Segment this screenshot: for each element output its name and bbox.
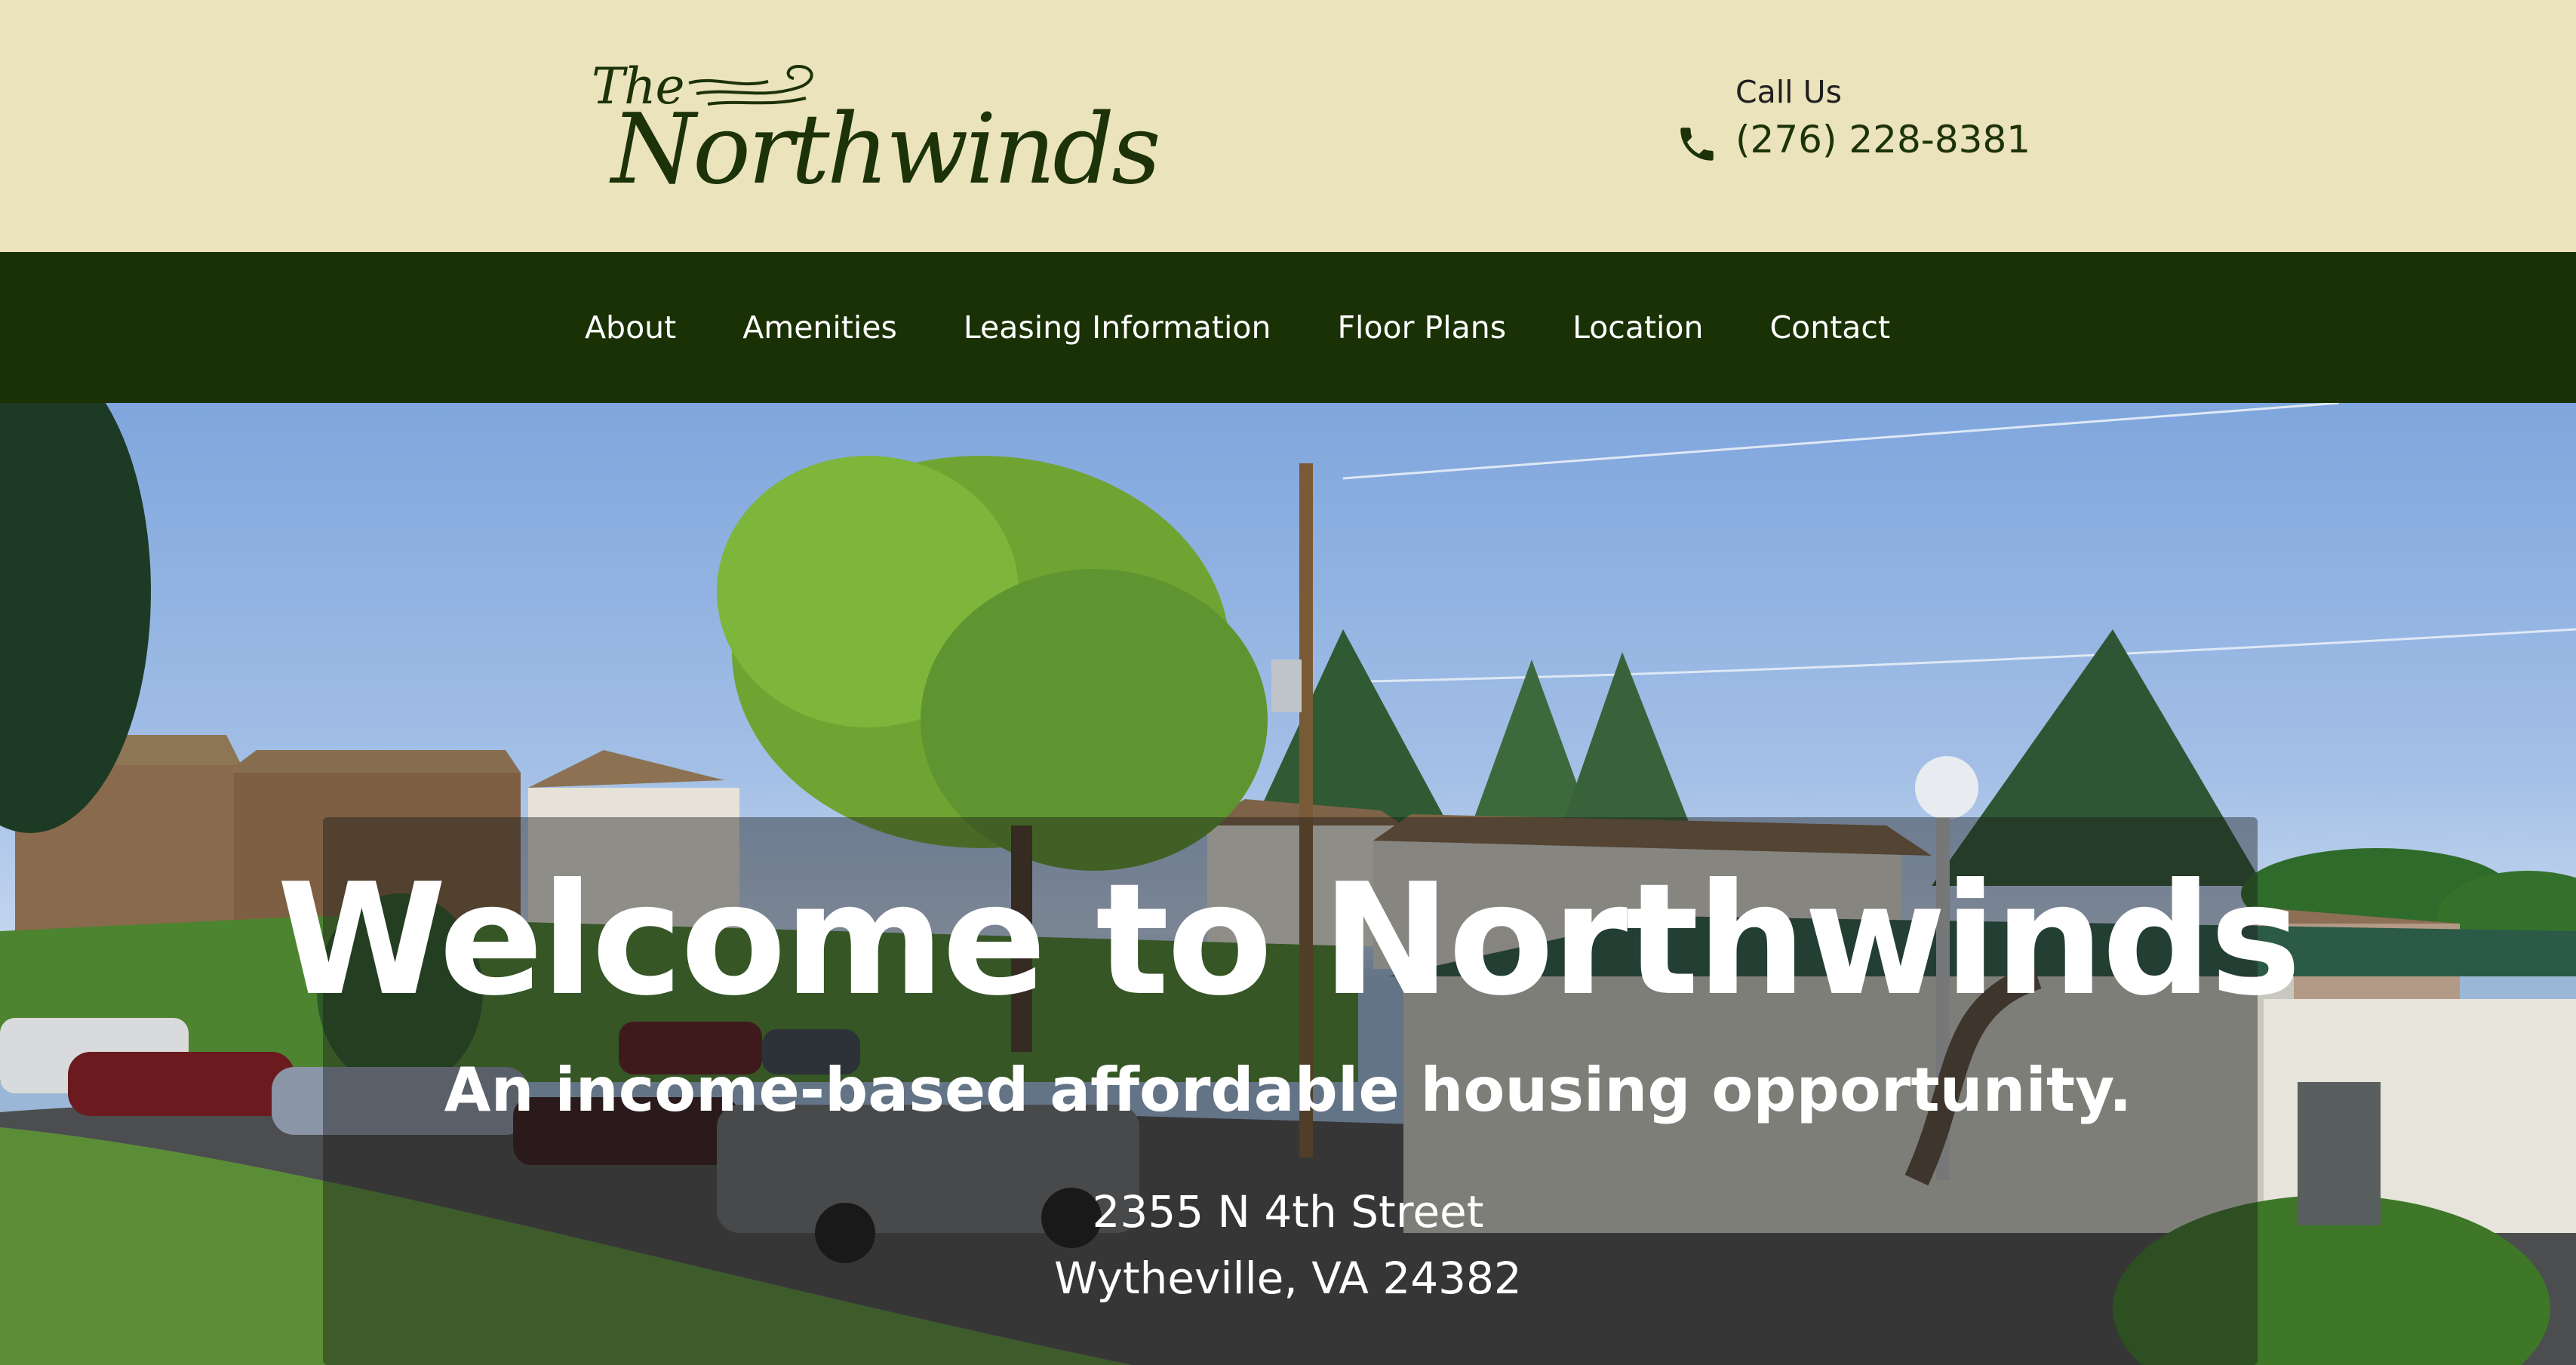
nav-item-leasing-information[interactable]: Leasing Information — [964, 309, 1271, 346]
nav-item-floor-plans[interactable]: Floor Plans — [1337, 309, 1506, 346]
phone-number-link[interactable]: (276) 228-8381 — [1735, 118, 2030, 161]
hero-title: Welcome to Northwinds — [276, 851, 2301, 1030]
nav-item-location[interactable]: Location — [1572, 309, 1703, 346]
call-us-block: Call Us (276) 228-8381 — [1675, 74, 2030, 180]
address-line-2: Wytheville, VA 24382 — [1054, 1253, 1522, 1304]
nav-item-amenities[interactable]: Amenities — [742, 309, 897, 346]
call-us-label: Call Us — [1735, 74, 1842, 110]
logo-name-text: Northwinds — [611, 94, 1161, 206]
site-logo[interactable]: The Northwinds — [589, 53, 1161, 206]
nav-list: About Amenities Leasing Information Floo… — [585, 252, 1890, 403]
nav-item-about[interactable]: About — [585, 309, 676, 346]
site-header: The Northwinds Call Us (276) 228-8381 — [0, 0, 2576, 252]
phone-icon — [1680, 128, 1714, 161]
main-nav: About Amenities Leasing Information Floo… — [0, 252, 2576, 403]
nav-item-contact[interactable]: Contact — [1770, 309, 1891, 346]
address-line-1: 2355 N 4th Street — [1092, 1186, 1484, 1237]
hero-subtitle: An income-based affordable housing oppor… — [444, 1055, 2132, 1125]
